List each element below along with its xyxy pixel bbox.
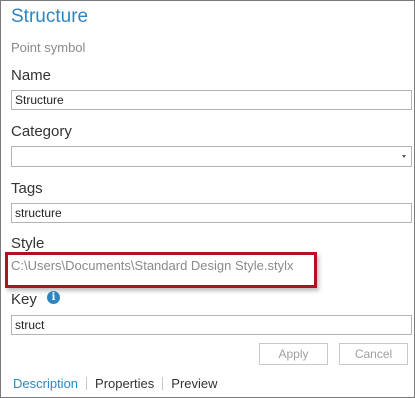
- tab-bar: Description Properties Preview: [13, 375, 226, 391]
- tab-preview[interactable]: Preview: [163, 376, 225, 391]
- key-input[interactable]: [11, 315, 412, 335]
- item-properties-panel: Structure Point symbol Name Category Tag…: [0, 0, 415, 398]
- category-select[interactable]: [11, 146, 412, 167]
- apply-button[interactable]: Apply: [259, 343, 328, 365]
- name-label: Name: [11, 67, 52, 84]
- highlight-box: [5, 252, 317, 288]
- cancel-button[interactable]: Cancel: [339, 343, 408, 365]
- key-label: Key: [11, 291, 37, 308]
- tags-input[interactable]: [11, 203, 412, 223]
- page-title: Structure: [11, 6, 89, 27]
- tab-properties[interactable]: Properties: [87, 376, 162, 391]
- name-input[interactable]: [11, 90, 412, 110]
- info-icon[interactable]: i: [47, 291, 60, 304]
- category-label: Category: [11, 123, 72, 140]
- tab-description[interactable]: Description: [13, 376, 86, 391]
- style-label: Style: [11, 235, 45, 252]
- chevron-down-icon: [402, 155, 406, 158]
- item-type-label: Point symbol: [11, 40, 86, 55]
- tags-label: Tags: [11, 180, 43, 197]
